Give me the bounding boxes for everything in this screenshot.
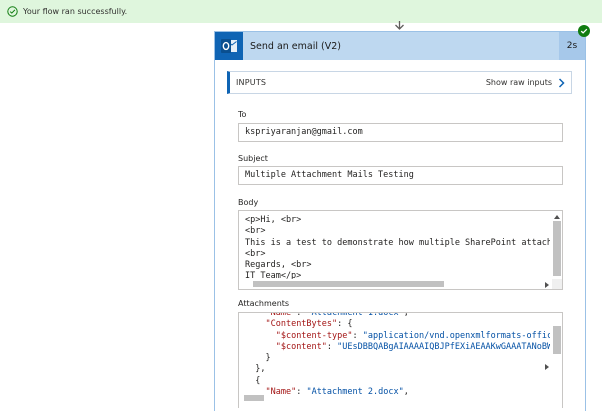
body-vertical-scroll-thumb[interactable]: [553, 221, 561, 276]
attachments-content: "Name": "Attachment 1.docx", "ContentByt…: [245, 312, 550, 398]
attachments-line: "Name": "Attachment 1.docx",: [245, 312, 550, 319]
body-line: <p>Hi, <br>: [245, 215, 302, 225]
body-content: <p>Hi, <br> <br> This is a test to demonst…: [245, 215, 550, 283]
attachments-label: Attachments: [238, 299, 290, 308]
body-vertical-scrollbar[interactable]: [552, 211, 562, 279]
body-horizontal-scrollbar[interactable]: [239, 279, 552, 289]
show-raw-inputs-link[interactable]: Show raw inputs: [485, 77, 565, 88]
to-label: To: [238, 110, 247, 119]
body-horizontal-scroll-thumb[interactable]: [253, 281, 444, 287]
json-key: "$content": [275, 341, 327, 352]
inputs-label: INPUTS: [236, 78, 267, 87]
body-line: Regards, <br>: [245, 260, 312, 271]
subject-label: Subject: [238, 154, 268, 163]
banner-message: Your flow ran successfully.: [23, 7, 128, 16]
attachments-line: "$content-type": "application/vnd.openxm…: [245, 331, 550, 342]
attachments-line: {: [245, 376, 550, 387]
json-key: "$content-type": [275, 330, 353, 341]
outlook-icon: [215, 32, 243, 60]
json-value: "application/vnd.openxmlformats-officedo…: [362, 330, 550, 341]
body-line: <br>: [245, 226, 266, 237]
json-key: "Name": [265, 312, 297, 318]
json-separator: :: [296, 312, 307, 318]
chevron-right-icon: [558, 77, 565, 88]
inputs-section-header: INPUTS Show raw inputs: [227, 71, 572, 94]
action-header[interactable]: Send an email (V2) 2s: [215, 32, 585, 60]
json-separator: :: [326, 341, 338, 352]
json-punctuation: {: [255, 375, 261, 386]
json-separator: :: [352, 330, 363, 341]
attachments-line: "Name": "Attachment 2.docx",: [245, 387, 550, 398]
attachments-vertical-scrollbar[interactable]: [552, 313, 562, 408]
json-punctuation: {: [347, 319, 353, 330]
action-title: Send an email (V2): [250, 40, 341, 52]
success-banner: Your flow ran successfully.: [0, 0, 602, 23]
json-punctuation: ,: [403, 312, 409, 318]
json-key: "Name": [265, 387, 297, 398]
body-field[interactable]: <p>Hi, <br> <br> This is a test to demonst…: [238, 210, 563, 290]
body-line: <br>: [245, 248, 266, 259]
attachments-horizontal-scroll-thumb[interactable]: [244, 395, 264, 401]
json-separator: :: [296, 387, 307, 398]
body-line: This is a test to demonstrate how multip…: [245, 237, 550, 248]
success-check-icon: [578, 25, 590, 37]
json-punctuation: ,: [403, 387, 409, 398]
json-value: "Attachment 1.docx": [306, 312, 404, 318]
to-field[interactable]: kspriyaranjan@gmail.com: [238, 123, 563, 142]
attachments-line: "$content": "UEsDBBQABgAIAAAAIQBJPfEXiAE…: [245, 342, 550, 353]
attachments-vertical-scroll-thumb[interactable]: [553, 326, 561, 354]
attachments-horizontal-scrollbar[interactable]: [239, 361, 552, 371]
scroll-right-icon[interactable]: [544, 363, 550, 370]
json-key: "ContentBytes": [265, 319, 338, 330]
show-raw-inputs-label: Show raw inputs: [485, 78, 552, 87]
body-scroll-corner: [552, 279, 562, 289]
check-circle-icon: [7, 6, 18, 17]
body-label: Body: [238, 198, 259, 207]
json-value: "Attachment 2.docx": [306, 387, 404, 398]
attachments-line: "ContentBytes": {: [245, 319, 550, 330]
json-separator: :: [337, 319, 348, 330]
scroll-up-icon[interactable]: [554, 213, 560, 219]
subject-field[interactable]: Multiple Attachment Mails Testing: [238, 166, 563, 185]
attachments-field[interactable]: "Name": "Attachment 1.docx", "ContentByt…: [238, 312, 563, 408]
connector-arrow-icon: [394, 21, 405, 30]
scroll-right-icon[interactable]: [544, 281, 550, 288]
json-value: "UEsDBBQABgAIAAAAIQBJPfEXiAEAAKwGAAATANo…: [337, 341, 550, 352]
